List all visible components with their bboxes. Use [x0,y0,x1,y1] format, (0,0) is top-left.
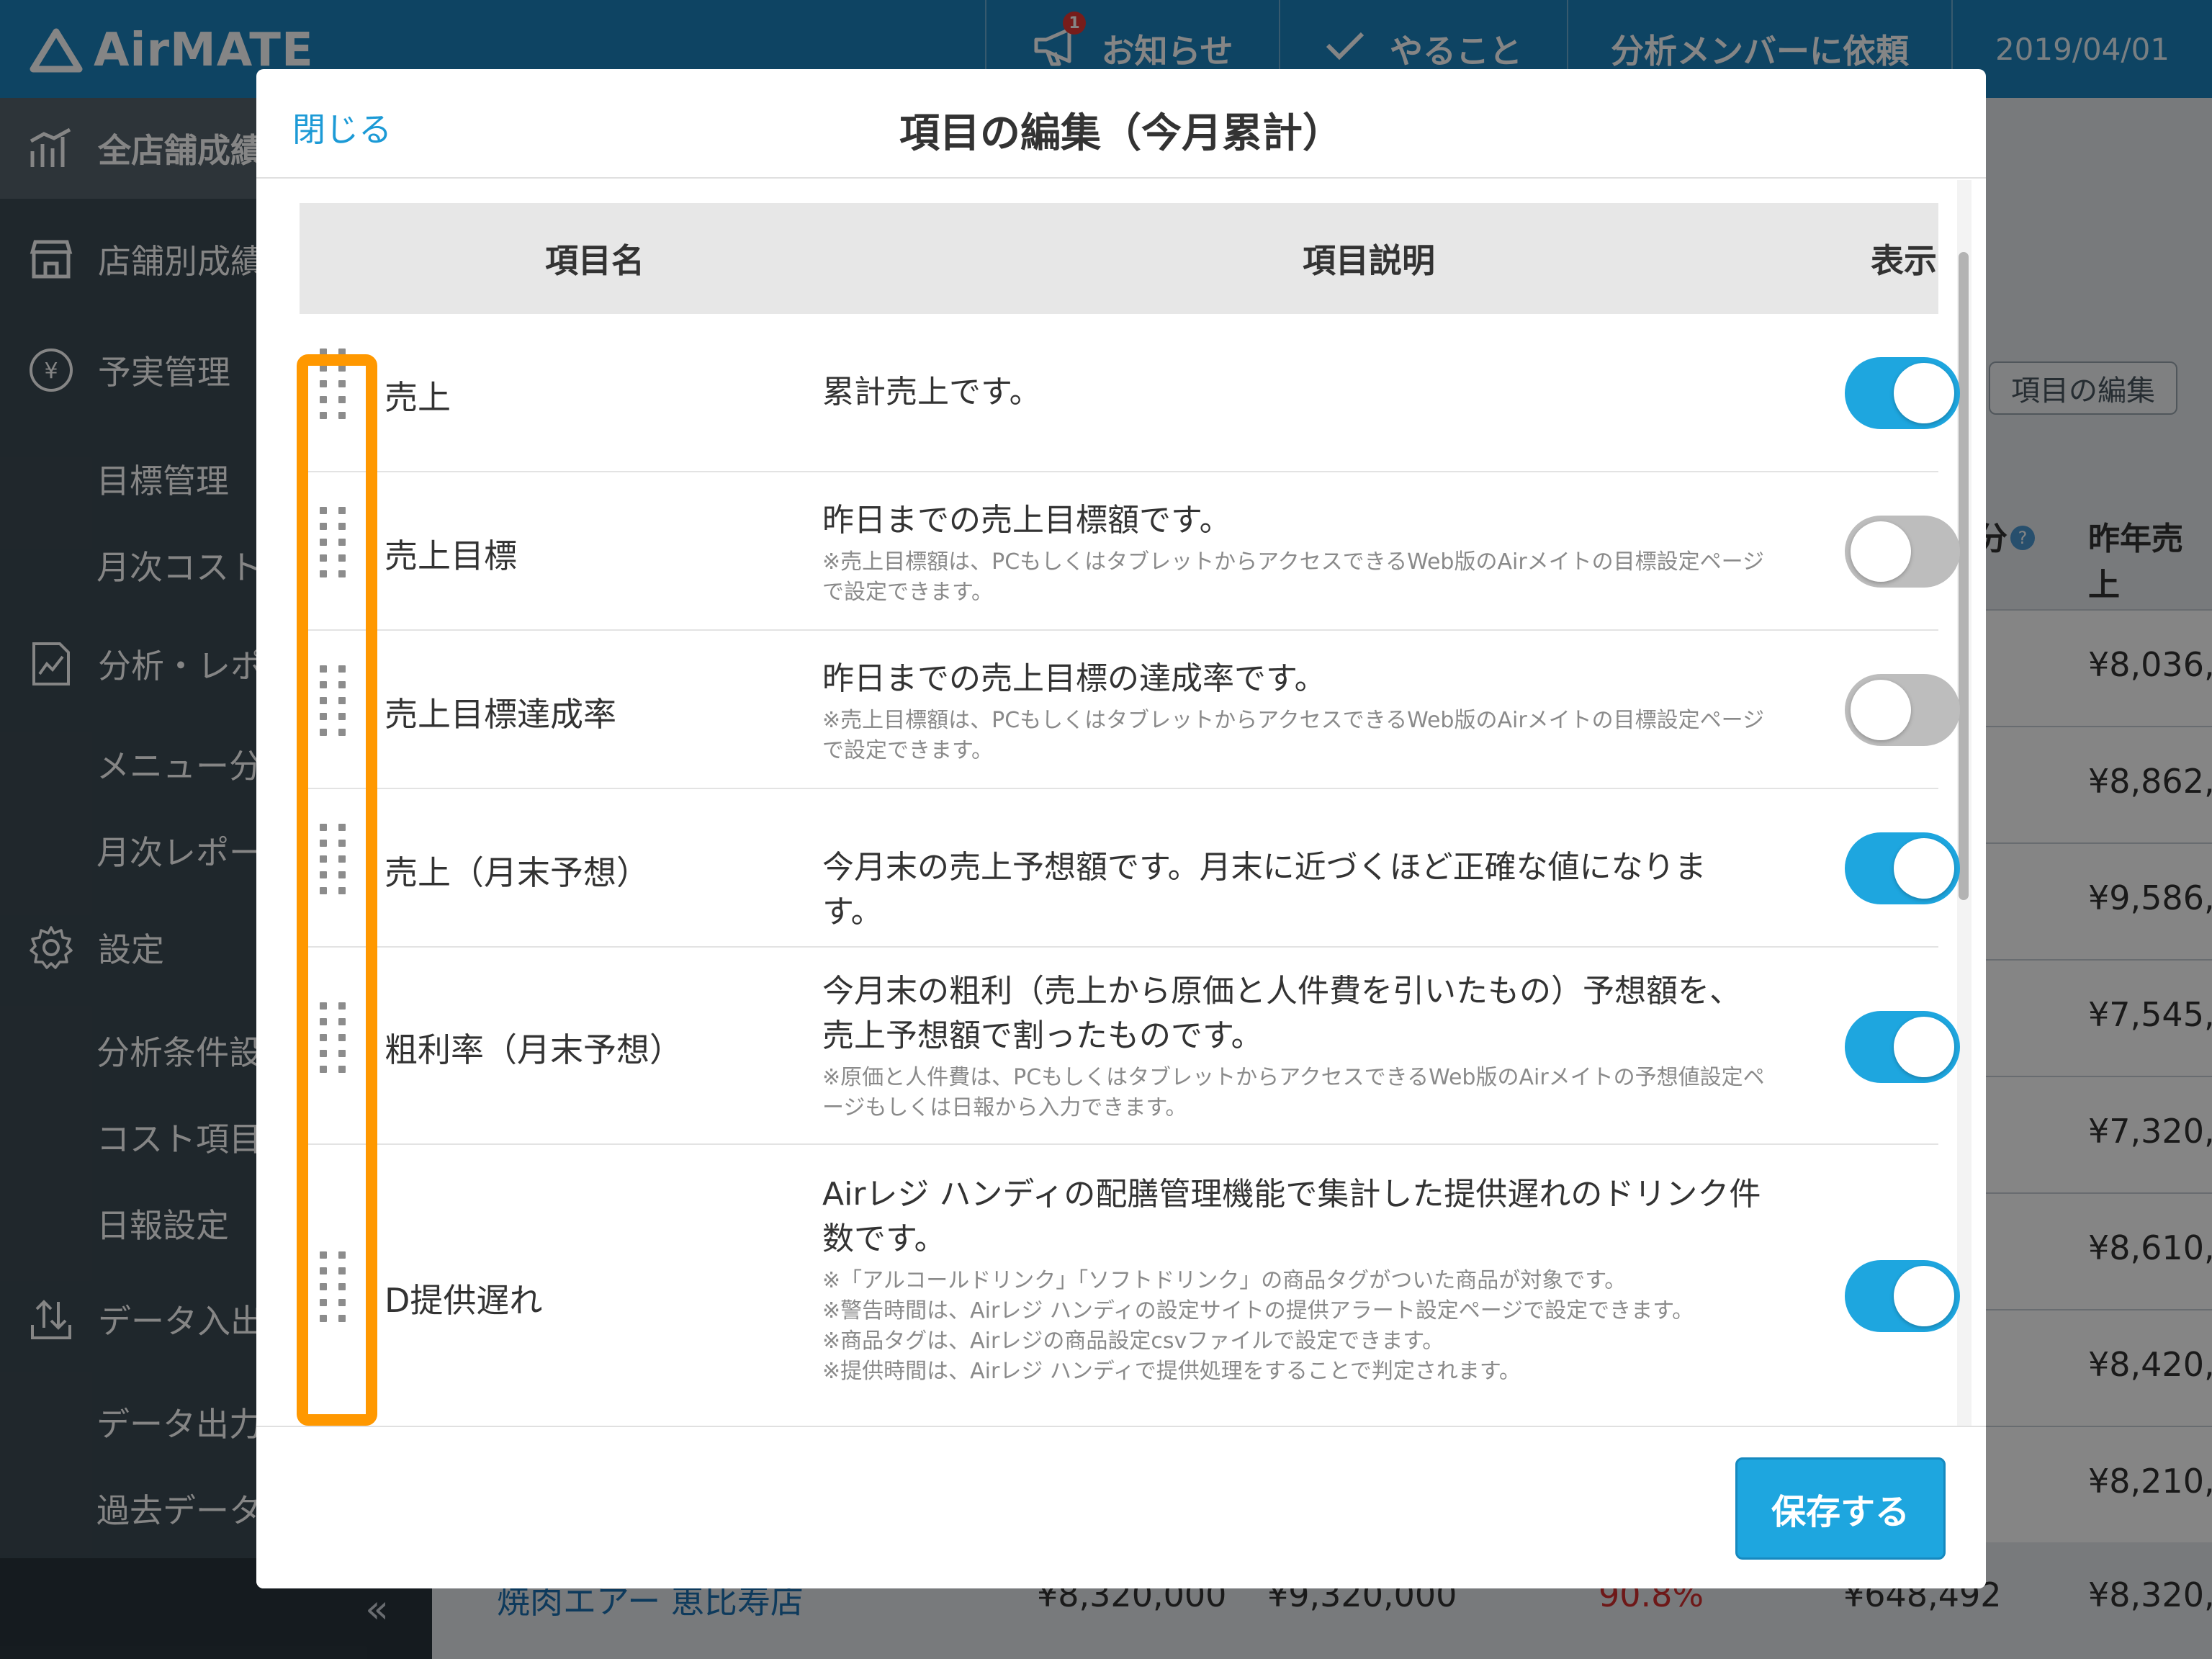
description-text: Airレジ ハンディの配膳管理機能で集計した提供遅れのドリンク件数です。 [822,1176,1761,1257]
description-text: 昨日までの売上目標の達成率です。 [822,660,1326,697]
column-header-name: 項目名 [545,241,644,280]
toggle-knob [1894,1017,1954,1077]
item-name: 粗利率（月末予想） [385,1030,683,1069]
description-text: 今月末の粗利（売上から原価と人件費を引いたもの）予想額を、売上予想額で割ったもの… [822,973,1741,1054]
table-row: 売上目標 昨日までの売上目標額です。 ※売上目標額は、PCもしくはタブレットから… [300,472,1960,631]
modal-footer: 保存する [256,1426,1986,1588]
display-toggle[interactable] [1845,357,1960,429]
display-toggle[interactable] [1845,1260,1960,1332]
item-description: 累計売上です。 [822,370,1766,415]
item-description: 今月末の粗利（売上から原価と人件費を引いたもの）予想額を、売上予想額で割ったもの… [822,969,1766,1123]
item-description: 今月末の売上予想額です。月末に近づくほど正確な値になります。 [822,845,1766,935]
description-text: 昨日までの売上目標額です。 [822,502,1231,539]
edit-items-modal: 閉じる 項目の編集（今月累計） 項目名 項目説明 表示 売上 累計売上です。 売… [256,69,1986,1588]
table-row: 粗利率（月末予想） 今月末の粗利（売上から原価と人件費を引いたもの）予想額を、売… [300,948,1960,1145]
modal-title: 項目の編集（今月累計） [899,110,1343,157]
column-header-display: 表示 [1871,241,1937,280]
table-row: D提供遅れ Airレジ ハンディの配膳管理機能で集計した提供遅れのドリンク件数で… [300,1145,1960,1426]
description-text: 累計売上です。 [822,374,1041,410]
display-toggle[interactable] [1845,832,1960,904]
item-description: 昨日までの売上目標額です。 ※売上目標額は、PCもしくはタブレットからアクセスで… [822,498,1766,608]
description-note: ※売上目標額は、PCもしくはタブレットからアクセスできるWeb版のAirメイトの… [822,549,1765,605]
save-button[interactable]: 保存する [1735,1457,1946,1560]
toggle-knob [1894,1266,1954,1326]
table-row: 売上（月末予想） 今月末の売上予想額です。月末に近づくほど正確な値になります。 [300,789,1960,948]
description-note: ※「アルコールドリンク」「ソフトドリンク」の商品タグがついた商品が対象です。 ※… [822,1268,1694,1384]
display-toggle[interactable] [1845,516,1960,588]
item-name: 売上 [385,378,451,417]
table-row: 売上 累計売上です。 [300,314,1960,472]
drag-handle-icon[interactable] [320,665,349,736]
item-description: Airレジ ハンディの配膳管理機能で集計した提供遅れのドリンク件数です。 ※「ア… [822,1172,1766,1387]
table-header: 項目名 項目説明 表示 [300,203,1938,314]
item-description: 昨日までの売上目標の達成率です。 ※売上目標額は、PCもしくはタブレットからアク… [822,657,1766,766]
description-note: ※売上目標額は、PCもしくはタブレットからアクセスできるWeb版のAirメイトの… [822,708,1765,763]
toggle-knob [1851,680,1911,740]
display-toggle[interactable] [1845,1011,1960,1083]
toggle-knob [1894,838,1954,899]
toggle-knob [1894,363,1954,423]
drag-handle-icon[interactable] [320,824,349,894]
toggle-knob [1851,521,1911,582]
item-name: D提供遅れ [385,1281,543,1320]
item-name: 売上目標 [385,536,517,575]
scrollbar-thumb[interactable] [1959,252,1969,900]
table-row: 売上目標達成率 昨日までの売上目標の達成率です。 ※売上目標額は、PCもしくはタ… [300,631,1960,789]
drag-handle-icon[interactable] [320,1002,349,1073]
drag-handle-icon[interactable] [320,1251,349,1322]
drag-handle-icon[interactable] [320,507,349,577]
display-toggle[interactable] [1845,674,1960,746]
description-text: 今月末の売上予想額です。月末に近づくほど正確な値になります。 [822,849,1707,930]
description-note: ※原価と人件費は、PCもしくはタブレットからアクセスできるWeb版のAirメイト… [822,1065,1765,1120]
item-name: 売上（月末予想） [385,853,649,892]
modal-header: 閉じる 項目の編集（今月累計） [256,69,1986,179]
column-header-description: 項目説明 [1303,241,1435,280]
drag-handle-icon[interactable] [320,349,349,419]
item-name: 売上目標達成率 [385,695,616,734]
